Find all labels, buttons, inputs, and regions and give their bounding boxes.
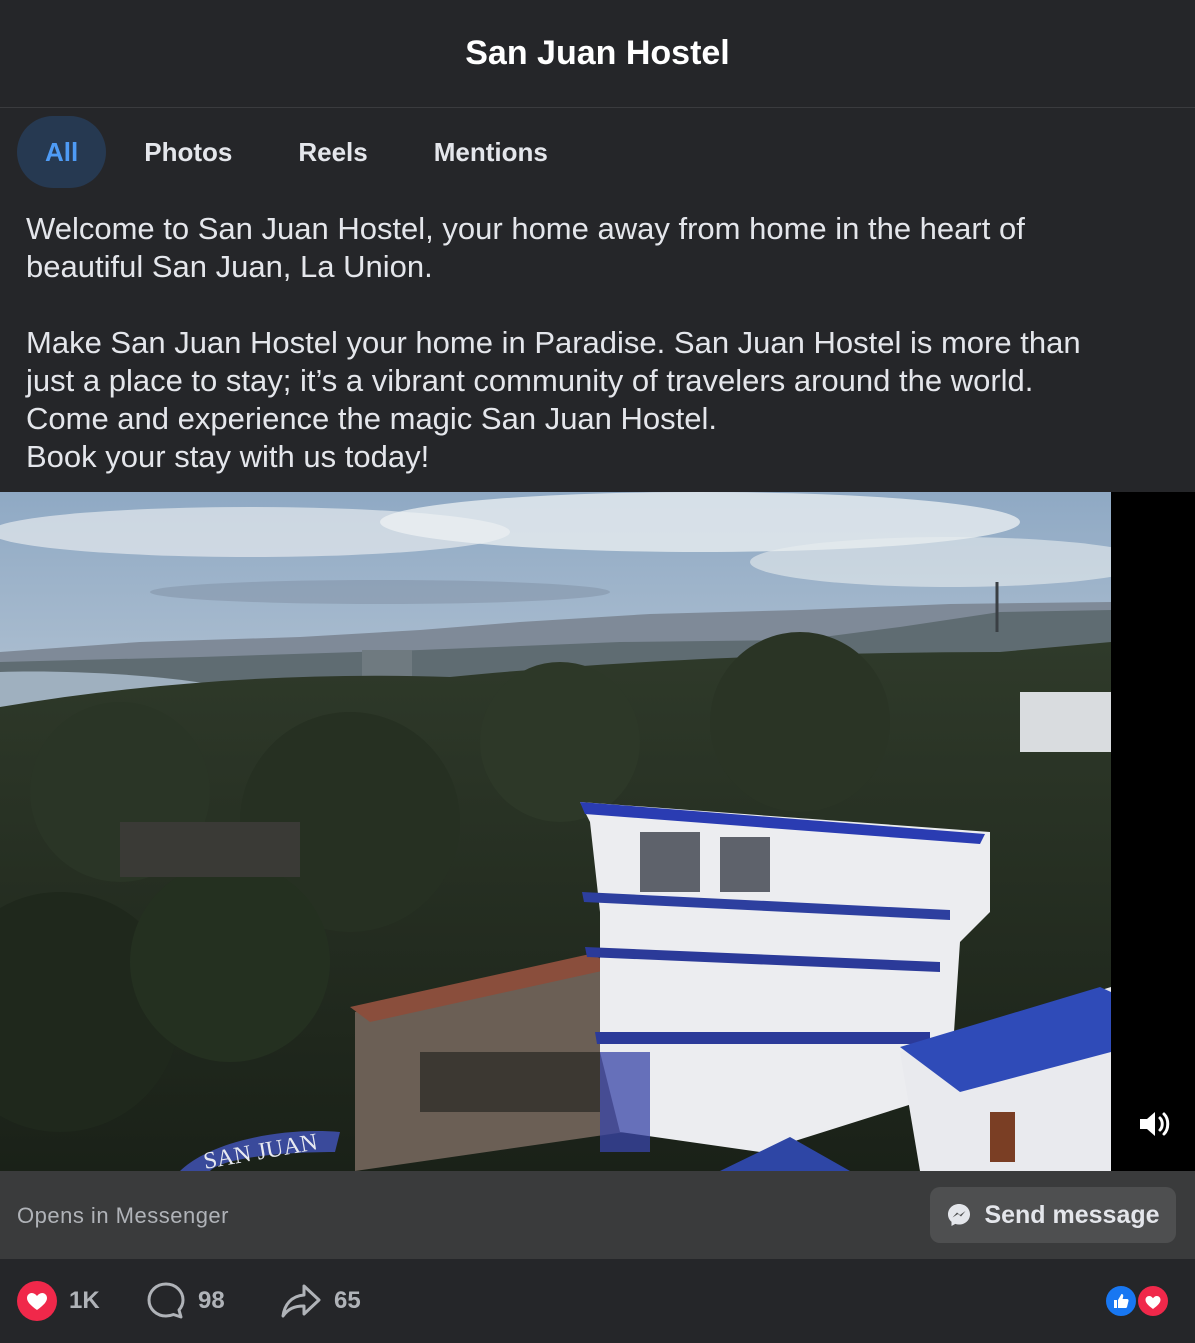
page-title: San Juan Hostel xyxy=(465,34,730,72)
likes-count: 1K xyxy=(69,1287,100,1314)
comment-icon xyxy=(147,1282,185,1319)
share-icon xyxy=(281,1284,321,1318)
video-player[interactable]: SAN JUAN xyxy=(0,492,1195,1171)
video-frame[interactable]: SAN JUAN xyxy=(0,492,1111,1171)
send-message-label: Send message xyxy=(984,1200,1160,1229)
messenger-icon xyxy=(948,1204,971,1226)
like-button[interactable]: 1K xyxy=(17,1281,100,1321)
comment-button[interactable]: 98 xyxy=(146,1281,225,1321)
tab-photos[interactable]: Photos xyxy=(116,116,260,188)
tab-reels[interactable]: Reels xyxy=(270,116,395,188)
shares-count: 65 xyxy=(334,1287,361,1314)
cta-label: Opens in Messenger xyxy=(17,1203,229,1228)
description-line: Make San Juan Hostel your home in Paradi… xyxy=(26,325,1081,360)
send-message-button[interactable]: Send message xyxy=(930,1187,1176,1243)
cta-bar: Opens in Messenger Send message xyxy=(0,1171,1195,1259)
comments-count: 98 xyxy=(198,1287,225,1314)
description-line: beautiful San Juan, La Union. xyxy=(26,249,433,284)
description-line: just a place to stay; it’s a vibrant com… xyxy=(26,363,1034,398)
love-icon xyxy=(17,1281,57,1321)
tab-mentions[interactable]: Mentions xyxy=(406,116,576,188)
speaker-icon[interactable] xyxy=(1136,1106,1172,1142)
engagement-bar: 1K 98 65 xyxy=(0,1259,1195,1343)
page-header: San Juan Hostel xyxy=(0,0,1195,108)
tab-bar: All Photos Reels Mentions xyxy=(17,116,586,188)
description-line: Book your stay with us today! xyxy=(26,439,430,474)
share-button[interactable]: 65 xyxy=(280,1281,361,1321)
description-line: Welcome to San Juan Hostel, your home aw… xyxy=(26,211,1025,246)
description-line: Come and experience the magic San Juan H… xyxy=(26,401,718,436)
tab-all[interactable]: All xyxy=(17,116,107,188)
reaction-summary[interactable] xyxy=(1103,1284,1173,1318)
post-description: Welcome to San Juan Hostel, your home aw… xyxy=(26,210,1166,476)
